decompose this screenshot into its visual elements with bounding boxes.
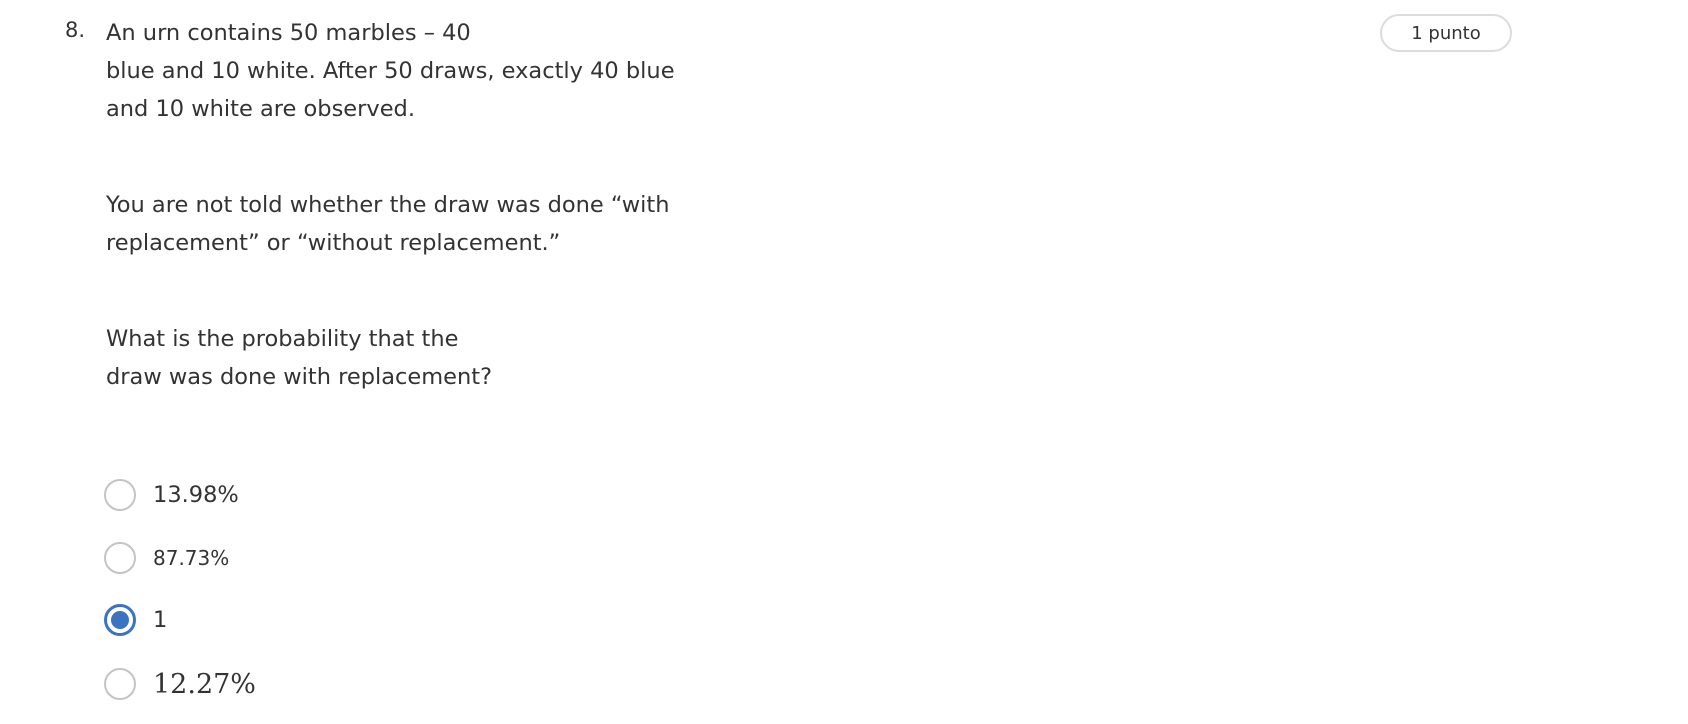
prompt-line: and 10 white are observed. — [106, 96, 415, 122]
question-number: 8. — [65, 18, 86, 42]
option-label: 1 — [153, 607, 168, 633]
radio-button[interactable] — [104, 542, 136, 574]
prompt-line: blue and 10 white. After 50 draws, exact… — [106, 58, 675, 84]
question-prompt-paragraph: An urn contains 50 marbles – 40 blue and… — [106, 14, 675, 128]
question-prompt-paragraph: What is the probability that the draw wa… — [106, 320, 492, 396]
question-prompt-paragraph: You are not told whether the draw was do… — [106, 186, 670, 262]
radio-button[interactable] — [104, 604, 136, 636]
radio-button[interactable] — [104, 479, 136, 511]
radio-button[interactable] — [104, 668, 136, 700]
prompt-line: draw was done with replacement? — [106, 364, 493, 390]
answer-option[interactable]: 87.73% — [104, 538, 229, 578]
answer-option[interactable]: 1 — [104, 600, 167, 640]
answer-option[interactable]: 13.98% — [104, 475, 239, 515]
option-label: 13.98% — [153, 482, 239, 508]
prompt-line: An urn contains 50 marbles – 40 — [106, 20, 471, 46]
prompt-line: What is the probability that the — [106, 326, 459, 352]
radio-dot — [111, 611, 129, 629]
points-badge: 1 punto — [1380, 14, 1512, 52]
option-label: 12.27% — [153, 668, 256, 700]
prompt-line: You are not told whether the draw was do… — [106, 192, 670, 218]
option-label: 87.73% — [153, 546, 230, 570]
prompt-line: replacement” or “without replacement.” — [106, 230, 561, 256]
answer-option[interactable]: 12.27% — [104, 664, 256, 704]
